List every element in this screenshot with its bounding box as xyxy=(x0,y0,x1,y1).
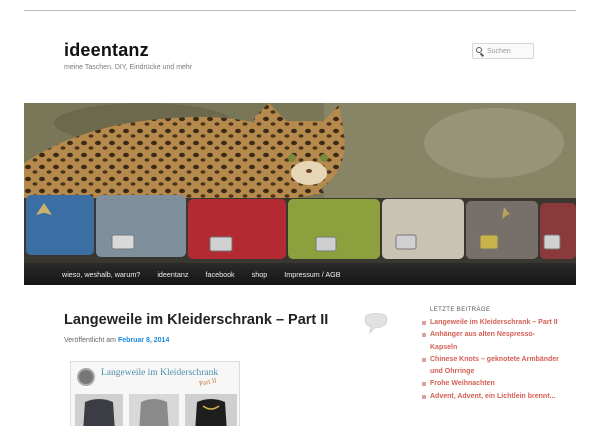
nav-item-shop[interactable]: shop xyxy=(252,270,268,279)
recent-post-link[interactable]: Anhänger aus alten Nespresso-Kapseln xyxy=(422,329,562,354)
main-navigation: wieso, weshalb, warum? ideentanz faceboo… xyxy=(24,263,576,285)
nav-item-wieso[interactable]: wieso, weshalb, warum? xyxy=(62,270,140,279)
recent-post-link[interactable]: Chinese Knots – geknotete Armbänder und … xyxy=(422,354,562,379)
site-title[interactable]: ideentanz xyxy=(64,40,149,61)
header-image[interactable] xyxy=(24,103,576,263)
recent-post-link[interactable]: Advent, Advent, ein Lichtlein brennt... xyxy=(422,391,562,403)
comment-bubble-icon[interactable] xyxy=(364,313,388,335)
recent-posts-list: Langeweile im Kleiderschrank – Part II A… xyxy=(422,317,562,403)
widget-title: LETZTE BEITRÄGE xyxy=(430,307,491,313)
post-title[interactable]: Langeweile im Kleiderschrank – Part II xyxy=(64,312,328,328)
search-icon xyxy=(476,46,484,57)
nav-item-impressum[interactable]: Impressum / AGB xyxy=(284,270,340,279)
nav-item-ideentanz[interactable]: ideentanz xyxy=(157,270,188,279)
search-box[interactable] xyxy=(472,43,534,59)
search-input[interactable] xyxy=(487,47,533,55)
header-photo xyxy=(24,103,576,263)
site-description: meine Taschen, DIY, Eindrücke und mehr xyxy=(64,64,193,71)
post-image[interactable]: Langeweile im Kleiderschrank Part II xyxy=(70,361,240,426)
recent-post-link[interactable]: Langeweile im Kleiderschrank – Part II xyxy=(422,317,562,329)
post-meta: Veröffentlicht am Februar 8, 2014 xyxy=(64,337,169,344)
nav-item-facebook[interactable]: facebook xyxy=(205,270,234,279)
post-date-link[interactable]: Februar 8, 2014 xyxy=(118,337,169,344)
published-prefix: Veröffentlicht am xyxy=(64,337,117,344)
clothing-photos xyxy=(75,394,237,426)
recent-post-link[interactable]: Frohe Weihnachten xyxy=(422,378,562,390)
top-divider xyxy=(24,10,576,11)
